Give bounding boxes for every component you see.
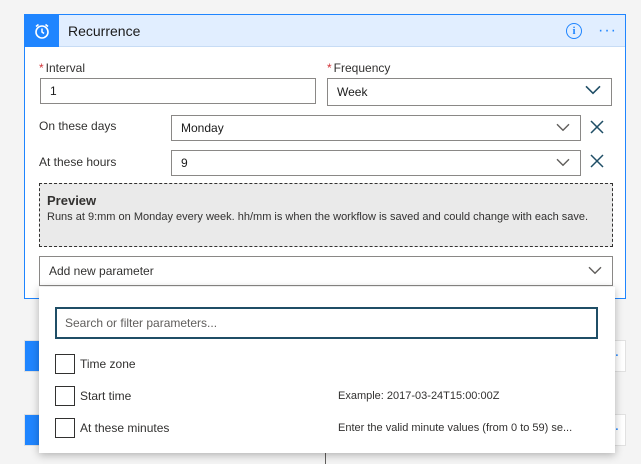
interval-label: * Interval xyxy=(39,61,85,75)
recurrence-card: Recurrence i ··· * Interval 1 * Frequency … xyxy=(24,14,626,299)
days-select[interactable]: Monday xyxy=(171,115,581,141)
option-at-these-minutes[interactable]: At these minutes Enter the valid minute … xyxy=(55,417,600,439)
option-hint: Example: 2017-03-24T15:00:00Z xyxy=(338,390,500,402)
chevron-down-icon xyxy=(556,120,570,134)
parameter-dropdown-panel: Search or filter parameters... Time zone… xyxy=(39,287,615,453)
preview-text: Runs at 9:mm on Monday every week. hh/mm… xyxy=(47,211,589,223)
required-marker: * xyxy=(327,61,332,75)
preview-title: Preview xyxy=(47,193,97,208)
chevron-down-icon xyxy=(556,155,570,169)
days-label: On these days xyxy=(39,119,117,133)
remove-hours-button[interactable] xyxy=(588,152,606,170)
card-header[interactable]: Recurrence i ··· xyxy=(25,14,625,47)
option-label: At these minutes xyxy=(80,421,170,435)
info-icon[interactable]: i xyxy=(566,22,583,39)
frequency-label-text: Frequency xyxy=(333,61,391,75)
hours-value: 9 xyxy=(181,156,188,170)
card-title: Recurrence xyxy=(68,22,141,39)
option-time-zone[interactable]: Time zone xyxy=(55,353,600,375)
frequency-value: Week xyxy=(337,85,368,99)
more-options-icon[interactable]: ··· xyxy=(598,22,617,40)
checkbox[interactable] xyxy=(55,354,75,374)
option-start-time[interactable]: Start time Example: 2017-03-24T15:00:00Z xyxy=(55,385,600,407)
frequency-select[interactable]: Week xyxy=(327,78,612,106)
preview-box: Preview Runs at 9:mm on Monday every wee… xyxy=(39,183,613,247)
close-icon xyxy=(590,120,604,134)
more-options-icon: · xyxy=(615,424,619,436)
chevron-down-icon xyxy=(588,263,602,277)
checkbox[interactable] xyxy=(55,418,75,438)
days-value: Monday xyxy=(181,121,224,135)
add-new-parameter-label: Add new parameter xyxy=(49,264,154,278)
remove-days-button[interactable] xyxy=(588,118,606,136)
option-label: Start time xyxy=(80,389,132,403)
option-hint: Enter the valid minute values (from 0 to… xyxy=(338,422,573,434)
checkbox[interactable] xyxy=(55,386,75,406)
background-card-icon xyxy=(25,415,39,445)
interval-value: 1 xyxy=(50,84,57,98)
background-card-icon xyxy=(25,341,39,371)
required-marker: * xyxy=(39,61,44,75)
add-new-parameter-select[interactable]: Add new parameter xyxy=(39,256,613,286)
interval-input[interactable]: 1 xyxy=(40,78,316,104)
frequency-label: * Frequency xyxy=(327,61,390,75)
search-placeholder: Search or filter parameters... xyxy=(65,316,218,330)
more-options-icon: · xyxy=(615,350,619,362)
alarm-clock-icon xyxy=(25,14,59,47)
search-input[interactable]: Search or filter parameters... xyxy=(55,307,598,339)
chevron-down-icon xyxy=(585,84,601,98)
hours-select[interactable]: 9 xyxy=(171,150,581,176)
option-label: Time zone xyxy=(80,357,136,371)
interval-label-text: Interval xyxy=(45,61,86,75)
hours-label: At these hours xyxy=(39,155,117,169)
close-icon xyxy=(590,154,604,168)
